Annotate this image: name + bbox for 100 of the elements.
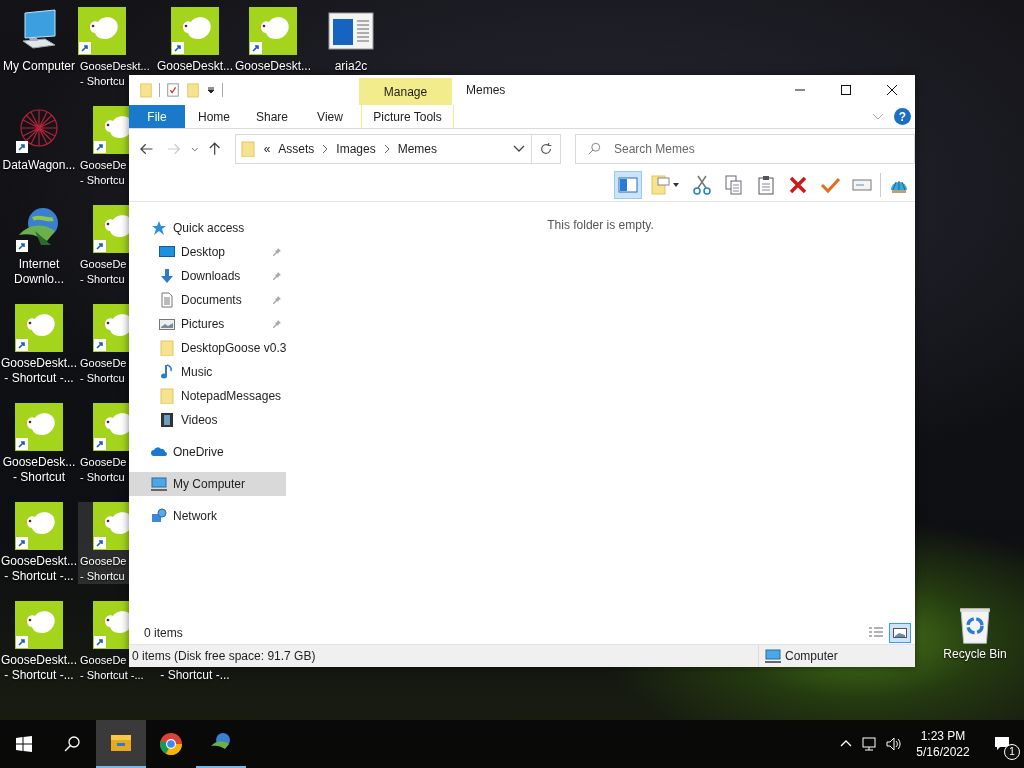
expand-ribbon-icon[interactable]: [872, 112, 884, 121]
empty-folder-message: This folder is empty.: [547, 218, 654, 232]
copy-icon: [724, 175, 744, 195]
address-bar[interactable]: « Assets Images Memes: [234, 134, 533, 164]
customize-dropdown-icon[interactable]: [206, 85, 216, 95]
shortcut-label: - Shortcu: [79, 74, 125, 89]
goose-shortcut-icon[interactable]: [93, 106, 129, 154]
shortcut-label: - Shortcut: [13, 470, 65, 485]
nav-item[interactable]: OneDrive: [129, 440, 286, 464]
computer-icon: [765, 648, 781, 664]
nav-item[interactable]: Downloads: [129, 264, 286, 288]
nav-item[interactable]: Videos: [129, 408, 286, 432]
shortcut-label: - Shortcu: [79, 371, 125, 386]
clock[interactable]: 1:23 PM 5/16/2022: [906, 720, 980, 768]
search-icon: [64, 736, 80, 752]
goose-shortcut-icon[interactable]: [93, 403, 129, 451]
shortcut-label: - Shortcut -...: [79, 668, 144, 683]
large-icons-view-button[interactable]: [889, 622, 911, 643]
nav-item[interactable]: Network: [129, 504, 286, 528]
nav-item[interactable]: DesktopGoose v0.3: [129, 336, 286, 360]
breadcrumb[interactable]: Memes: [397, 142, 438, 156]
file-explorer-taskbar-button[interactable]: [96, 720, 146, 768]
film-icon: [159, 412, 175, 428]
folder-icon: [159, 388, 175, 404]
shortcut-label: - Shortcut -...: [160, 668, 230, 683]
preview-pane-icon: [618, 175, 638, 195]
ribbon-tab[interactable]: File: [129, 105, 185, 128]
goose-shortcut-icon[interactable]: [93, 601, 129, 649]
picture-icon: [159, 316, 175, 332]
search-field[interactable]: Search Memes: [575, 134, 915, 164]
nav-item[interactable]: My Computer: [129, 472, 286, 496]
shortcut-label: GooseDe: [79, 554, 127, 569]
refresh-button[interactable]: [532, 134, 561, 164]
shortcut-label: GooseDe: [79, 653, 127, 668]
star-icon: [151, 220, 167, 236]
network-icon: [151, 508, 167, 524]
nav-item[interactable]: Quick access: [129, 216, 286, 240]
close-icon: [887, 85, 897, 95]
refresh-icon: [539, 142, 554, 156]
breadcrumb[interactable]: Assets: [278, 142, 315, 156]
status-text: 0 items (Disk free space: 91.7 GB): [132, 649, 316, 663]
breadcrumb-overflow[interactable]: «: [263, 142, 271, 156]
back-icon[interactable]: [139, 141, 155, 157]
shortcut-label: - Shortcut -...: [4, 569, 74, 584]
goose-shortcut-icon[interactable]: [93, 304, 129, 352]
computer-icon: [151, 476, 167, 492]
x-mark-icon: [788, 175, 808, 195]
shortcut-label: Recycle Bin: [943, 647, 1007, 662]
nav-item[interactable]: Desktop: [129, 240, 286, 264]
notification-count: 1: [1004, 744, 1020, 760]
contextual-tab-header: Manage: [359, 78, 452, 105]
notifications-icon[interactable]: [994, 736, 1010, 752]
location-text: Computer: [785, 649, 838, 663]
browser-logo: [159, 732, 183, 756]
help-button[interactable]: ?: [894, 108, 911, 125]
shortcut-label: GooseDe: [79, 257, 127, 272]
chevron-right-icon: [322, 144, 329, 154]
maximize-icon: [841, 85, 851, 95]
shortcut-label: - Shortcut -...: [4, 668, 74, 683]
preview-pane-button[interactable]: [614, 171, 642, 199]
caret-icon: [672, 181, 680, 189]
shortcut-label: - Shortcu: [79, 272, 125, 287]
folder-icon: [159, 340, 175, 356]
shortcut-label: GooseDe: [79, 158, 127, 173]
window-title: Memes: [466, 82, 506, 99]
folder-icon: [239, 141, 256, 157]
shortcut-label: GooseDeskt...: [79, 59, 150, 74]
nav-item[interactable]: NotepadMessages: [129, 384, 286, 408]
windows-logo: [16, 736, 32, 752]
shortcut-label: Internet: [18, 257, 60, 272]
shortcut-label: My Computer: [3, 59, 75, 74]
ribbon-tab[interactable]: Picture Tools: [361, 105, 454, 128]
item-count: 0 items: [144, 625, 183, 640]
shortcut-label: GooseDeskt...: [1, 554, 77, 569]
network-icon[interactable]: [862, 736, 878, 752]
chevron-right-icon: [383, 144, 390, 154]
goose-shortcut-icon[interactable]: [93, 205, 129, 253]
volume-icon[interactable]: [886, 736, 902, 752]
recycle-bin-shortcut[interactable]: Recycle Bin: [940, 603, 1010, 662]
shortcut-label: aria2c: [334, 59, 368, 74]
shortcut-label: Downlo...: [14, 272, 64, 287]
ribbon-tab[interactable]: View: [301, 105, 359, 128]
up-icon[interactable]: [207, 141, 223, 157]
nav-item[interactable]: Documents: [129, 288, 286, 312]
properties-icon[interactable]: [166, 82, 180, 98]
dropdown-icon[interactable]: [513, 145, 526, 153]
goose-shortcut-icon[interactable]: [93, 502, 129, 550]
ribbon-tab[interactable]: Share: [243, 105, 301, 128]
shortcut-label: GooseDe: [79, 356, 127, 371]
ribbon-tab[interactable]: Home: [185, 105, 243, 128]
nav-item[interactable]: Pictures: [129, 312, 286, 336]
shortcut-label: - Shortcu: [79, 173, 125, 188]
document-icon: [159, 292, 175, 308]
shortcut-label: - Shortcu: [79, 569, 125, 584]
desktop-icon: [159, 244, 175, 260]
checkmark-icon: [820, 175, 840, 195]
breadcrumb[interactable]: Images: [336, 142, 376, 156]
shortcut-label: - Shortcut -...: [4, 371, 74, 386]
clipboard-icon: [756, 175, 776, 195]
nav-item[interactable]: Music: [129, 360, 286, 384]
